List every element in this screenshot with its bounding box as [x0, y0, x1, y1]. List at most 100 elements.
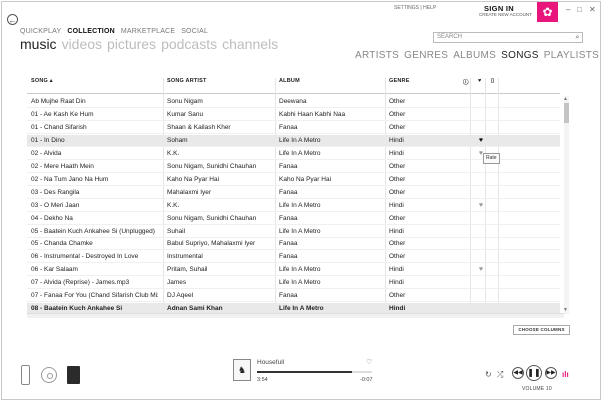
cell-album: Fanaa [279, 123, 298, 131]
cell-song: 03 - O Meri Jaan [31, 201, 80, 209]
search-input[interactable]: SEARCH [433, 32, 583, 43]
cell-album: Fanaa [279, 253, 298, 261]
cell-artist: Babul Supriyo, Mahalaxmi Iyer [167, 240, 256, 248]
disc-burn-icon[interactable] [41, 367, 57, 383]
maximize-icon[interactable]: □ [577, 5, 582, 14]
table-row[interactable]: 07 - Alvida (Reprise) - James.mp3 James Li… [27, 277, 560, 290]
tab-genres[interactable]: GENRES [404, 50, 448, 61]
column-header-song[interactable]: SONG ▴ [31, 78, 53, 92]
volume-label[interactable]: VOLUME 10 [522, 386, 552, 392]
nav-collection[interactable]: COLLECTION [67, 28, 115, 35]
shuffle-icon[interactable]: ⤮ [497, 370, 503, 380]
nav-channels[interactable]: channels [222, 36, 278, 52]
cell-song: 04 - Dekho Na [31, 214, 73, 222]
cell-genre: Other [389, 214, 406, 222]
table-row[interactable]: 04 - Dekho Na Sonu Nigam, Sunidhi Chauhan… [27, 213, 560, 225]
scroll-up-icon[interactable]: ▲ [563, 96, 568, 102]
repeat-icon[interactable]: ↻ [485, 370, 492, 379]
row-heart-icon[interactable]: ♥ [476, 135, 486, 147]
cell-song: 01 - Ae Kash Ke Hum [31, 110, 94, 118]
cell-song: 07 - Fanaa For You (Chand Sifarish Club … [31, 292, 158, 300]
table-row[interactable]: 05 - Chanda Chamke Babul Supriyo, Mahalax… [27, 238, 560, 251]
cell-genre: Hindi [389, 201, 404, 209]
nav-marketplace[interactable]: MARKETPLACE [121, 28, 175, 35]
cell-genre: Other [389, 175, 406, 183]
progress-fill [257, 371, 353, 373]
cell-artist: Pritam, Suhail [167, 266, 208, 274]
column-header-artist[interactable]: SONG ARTIST [167, 78, 207, 92]
close-icon[interactable]: ✕ [589, 5, 596, 14]
cell-album: Deewana [279, 98, 307, 105]
nav-music[interactable]: music [20, 36, 57, 52]
table-row[interactable]: 03 - Des Rangila Mahalaxmi Iyer Fanaa Other [27, 187, 560, 199]
cell-song: 01 - In Dino [31, 136, 65, 144]
table-row[interactable]: 01 - Chand Sifarish Shaan & Kailash Kher F… [27, 122, 560, 134]
nav-videos[interactable]: videos [62, 36, 102, 52]
scrollbar-thumb[interactable] [564, 103, 569, 123]
play-pause-button[interactable]: ❚❚ [526, 365, 542, 381]
cell-artist: DJ Aqeel [167, 292, 194, 300]
nav-podcasts[interactable]: podcasts [161, 36, 217, 52]
help-link[interactable]: HELP [423, 5, 436, 11]
choose-columns-button[interactable]: CHOOSE COLUMNS [513, 325, 570, 335]
sort-asc-icon: ▴ [49, 78, 53, 84]
horizontal-scrollbar[interactable] [27, 313, 564, 318]
cell-artist: Instrumental [167, 253, 203, 261]
tab-songs[interactable]: SONGS [501, 50, 539, 61]
cell-genre: Hindi [389, 149, 404, 157]
tab-artists[interactable]: ARTISTS [355, 50, 399, 61]
cell-genre: Hindi [389, 266, 404, 274]
info-icon[interactable]: ⓘ [463, 78, 469, 92]
table-row[interactable]: Ab Mujhe Raat Din Sonu Nigam Deewana Other [27, 96, 560, 108]
table-row[interactable]: 07 - Fanaa For You (Chand Sifarish Club … [27, 290, 560, 303]
elapsed-time: 3:54 [257, 377, 268, 383]
table-row[interactable]: 02 - Mere Haath Mein Sonu Nigam, Sunidhi … [27, 161, 560, 173]
table-row[interactable]: 01 - In Dino Soham Life In A Metro Hindi ♥ [27, 134, 560, 147]
table-row[interactable]: 02 - Na Tum Jano Na Hum Kaho Na Pyar Hai K… [27, 174, 560, 186]
cell-genre: Other [389, 292, 406, 300]
cell-album: Fanaa [279, 162, 298, 170]
table-row[interactable]: 02 - Alvida K.K. Life In A Metro Hindi ♥ [27, 148, 560, 160]
cell-album: Life In A Metro [279, 136, 321, 144]
column-header-album[interactable]: ALBUM [279, 78, 300, 92]
phone-icon[interactable] [67, 366, 80, 384]
tab-albums[interactable]: ALBUMS [453, 50, 496, 61]
cell-artist: K.K. [167, 201, 180, 209]
cell-album: Fanaa [279, 214, 298, 222]
previous-button[interactable]: ◀◀ [512, 367, 524, 379]
cell-artist: James [167, 279, 187, 287]
nav-social[interactable]: SOCIAL [181, 28, 208, 35]
cell-song: 06 - Kar Salaam [31, 266, 78, 274]
create-account-link[interactable]: CREATE NEW ACCOUNT [479, 12, 532, 17]
row-heart-icon[interactable]: ♥ [476, 264, 486, 276]
now-playing-album-art[interactable]: ♞ [233, 359, 251, 381]
cell-artist: Shaan & Kailash Kher [167, 123, 231, 131]
table-row[interactable]: 01 - Ae Kash Ke Hum Kumar Sanu Kabhi Haan … [27, 109, 560, 121]
cell-artist: Sonu Nigam [167, 98, 203, 105]
table-row[interactable]: 06 - Instrumental - Destroyed In Love Ins… [27, 251, 560, 264]
device-icon[interactable]: ▯ [491, 78, 494, 92]
now-playing-heart-icon[interactable]: ♡ [366, 358, 372, 366]
table-row[interactable]: 05 - Baatein Kuch Ankahee Si (Unplugged)… [27, 226, 560, 238]
column-header-genre[interactable]: GENRE [389, 78, 410, 92]
equalizer-icon[interactable]: ılı [562, 370, 569, 379]
settings-link[interactable]: SETTINGS [394, 5, 419, 11]
tab-playlists[interactable]: PLAYLISTS [544, 50, 599, 61]
cell-album: Fanaa [279, 240, 298, 248]
back-arrow-icon[interactable]: ← [7, 14, 18, 25]
device-sync-icon[interactable] [21, 365, 30, 385]
minimize-icon[interactable]: – [566, 5, 570, 14]
cell-album: Life In A Metro [279, 266, 321, 274]
table-row[interactable]: 03 - O Meri Jaan K.K. Life In A Metro Hindi… [27, 200, 560, 212]
cell-album: Kabhi Haan Kabhi Naa [279, 110, 346, 118]
table-row[interactable]: 06 - Kar Salaam Pritam, Suhail Life In A M… [27, 264, 560, 277]
cell-album: Kaho Na Pyar Hai [279, 175, 332, 183]
nav-pictures[interactable]: pictures [107, 36, 156, 52]
next-button[interactable]: ▶▶ [545, 367, 557, 379]
now-playing-title: Housefull [257, 359, 285, 366]
vertical-scrollbar[interactable] [564, 96, 569, 314]
row-heart-icon[interactable]: ♥ [476, 200, 486, 212]
nav-quickplay[interactable]: QUICKPLAY [20, 28, 61, 35]
rating-heart-icon[interactable]: ♥ [478, 78, 481, 92]
search-icon[interactable]: ⌕ [573, 33, 582, 42]
